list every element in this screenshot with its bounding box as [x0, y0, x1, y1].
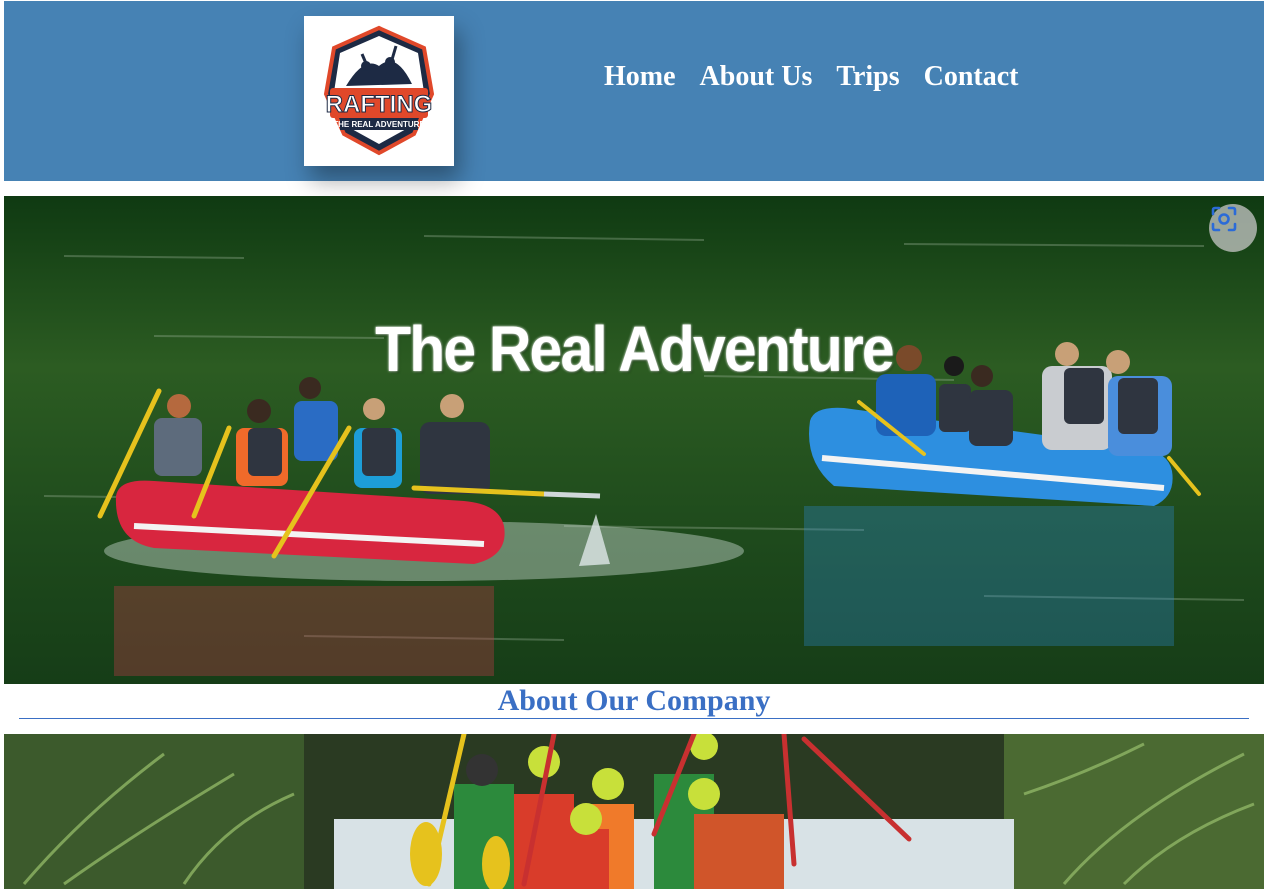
nav-home-link[interactable]: Home	[604, 59, 676, 95]
page: RAFTING THE REAL ADVENTURE Home About Us…	[0, 0, 1265, 889]
about-team-photo	[4, 734, 1264, 889]
main-nav: Home About Us Trips Contact	[604, 57, 1019, 97]
about-section-header: About Our Company	[19, 684, 1249, 719]
nav-trips-link[interactable]: Trips	[836, 59, 899, 95]
hero-rafting-photo	[4, 196, 1264, 684]
logo-tagline: THE REAL ADVENTURE	[333, 120, 425, 129]
nav-about-link[interactable]: About Us	[700, 59, 813, 95]
nav-contact-link[interactable]: Contact	[924, 59, 1019, 95]
hero-title: The Real Adventure	[375, 313, 894, 385]
site-header: RAFTING THE REAL ADVENTURE Home About Us…	[4, 1, 1264, 181]
hero-banner: The Real Adventure	[4, 196, 1264, 684]
about-heading: About Our Company	[497, 684, 771, 717]
rafting-logo-icon: RAFTING THE REAL ADVENTURE	[323, 25, 435, 156]
visual-search-button[interactable]	[1209, 204, 1257, 252]
logo-brand-text: RAFTING	[326, 91, 433, 118]
visual-search-icon	[1211, 206, 1237, 232]
team-rafting-photo	[4, 734, 1264, 889]
logo[interactable]: RAFTING THE REAL ADVENTURE	[304, 16, 454, 166]
